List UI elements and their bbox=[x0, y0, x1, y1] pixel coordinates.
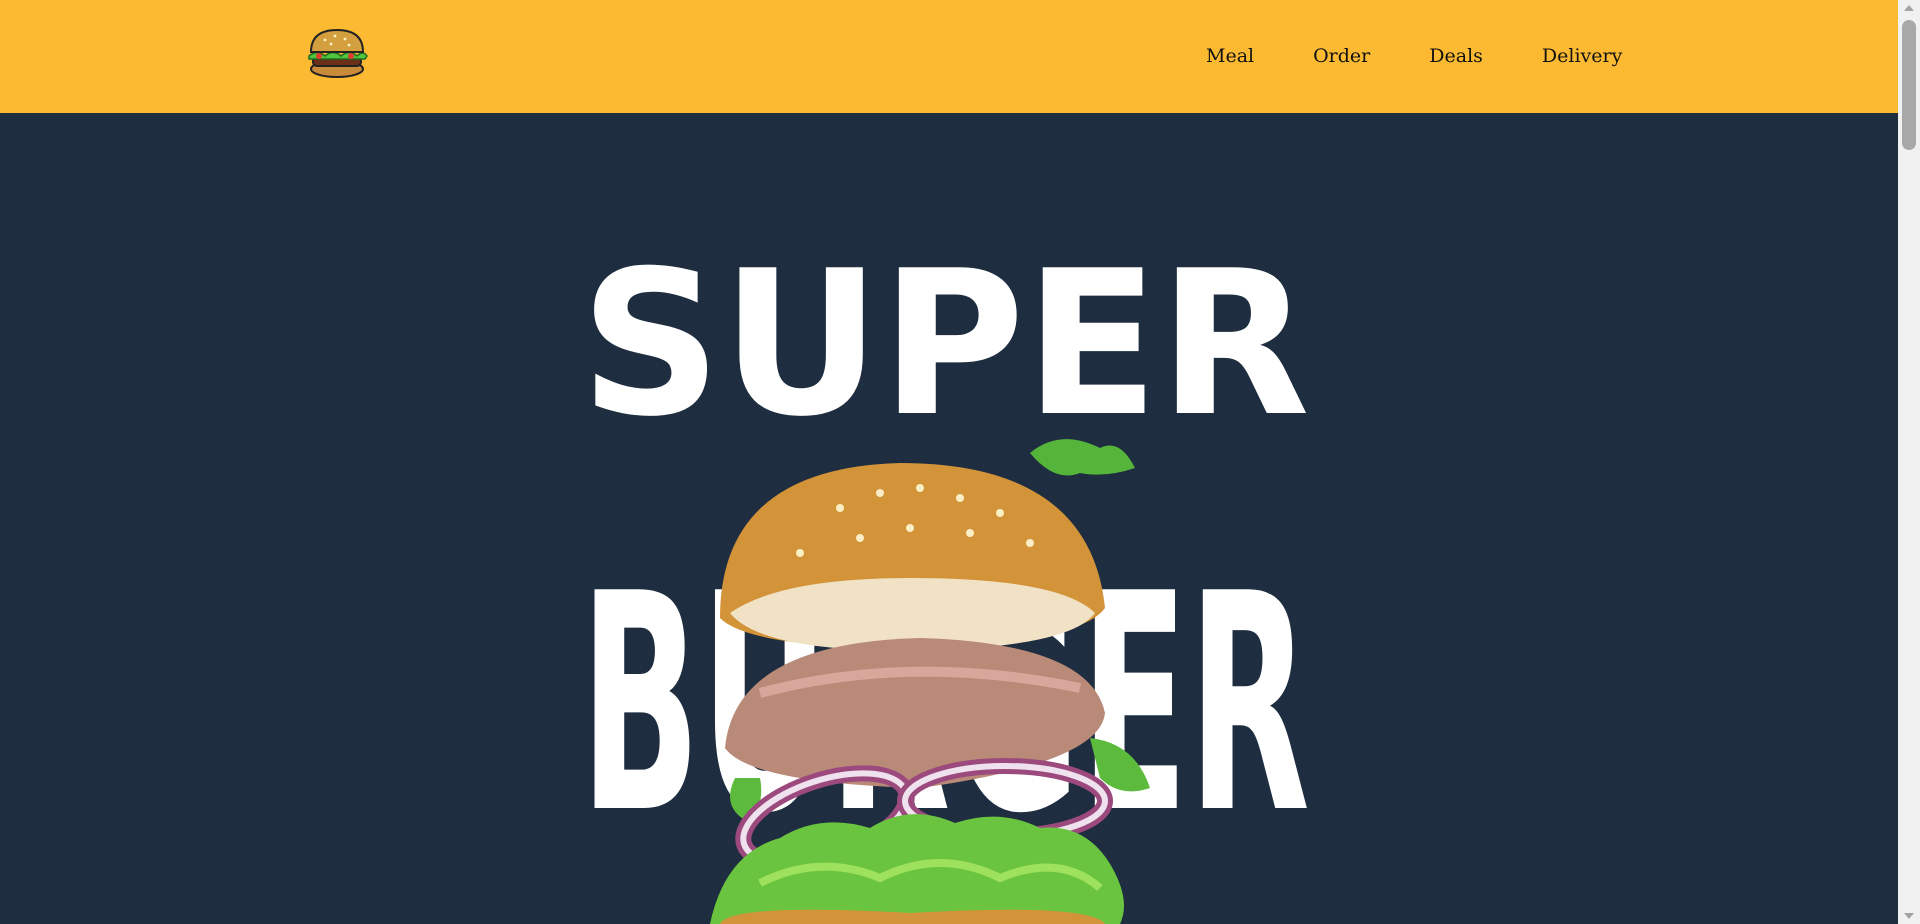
nav-item-deals[interactable]: Deals bbox=[1429, 44, 1483, 68]
nav-item-meal[interactable]: Meal bbox=[1206, 44, 1254, 68]
scroll-down-arrow-icon[interactable] bbox=[1904, 913, 1914, 919]
site-header: Meal Order Deals Delivery bbox=[0, 0, 1898, 113]
scroll-up-arrow-icon[interactable] bbox=[1904, 5, 1914, 11]
hero-section: SUPER BURGER bbox=[0, 113, 1898, 924]
main-nav: Meal Order Deals Delivery bbox=[1206, 44, 1622, 68]
hero-title-line1: SUPER bbox=[580, 228, 1310, 461]
page-scrollbar[interactable] bbox=[1898, 0, 1920, 924]
scrollbar-thumb[interactable] bbox=[1902, 20, 1916, 150]
exploded-burger-image bbox=[710, 439, 1150, 924]
hero-artwork: SUPER BURGER bbox=[580, 228, 1310, 924]
nav-item-order[interactable]: Order bbox=[1313, 44, 1370, 68]
nav-item-delivery[interactable]: Delivery bbox=[1542, 44, 1622, 68]
burger-logo-icon[interactable] bbox=[305, 26, 369, 80]
